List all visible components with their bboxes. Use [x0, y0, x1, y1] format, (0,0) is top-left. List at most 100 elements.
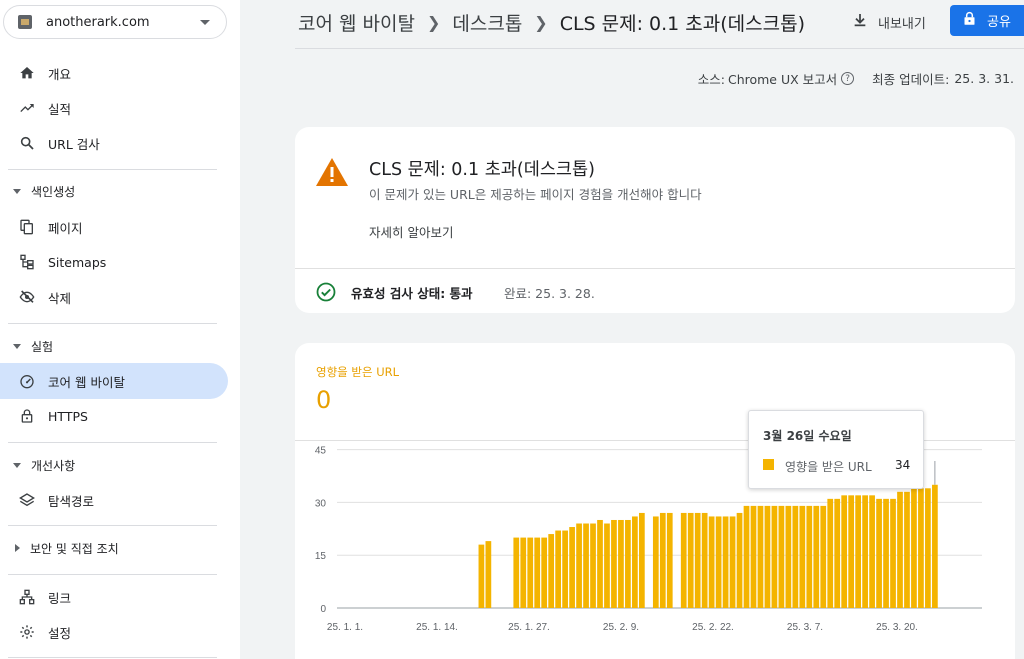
- section-label: 보안 및 직접 조치: [30, 541, 119, 556]
- x-tick-label: 25. 3. 20.: [876, 622, 918, 633]
- chart-bar: [764, 505, 771, 608]
- chart-bar: [652, 516, 659, 608]
- section-enhancements[interactable]: 개선사항: [0, 451, 228, 479]
- y-tick-label: 30: [315, 498, 327, 509]
- share-label: 공유: [987, 15, 1011, 30]
- sidebar-item-overview[interactable]: 개요: [0, 55, 228, 91]
- chart-bar: [555, 530, 561, 608]
- chart-bar: [485, 541, 492, 608]
- y-tick-label: 0: [320, 604, 326, 615]
- chart-bar: [639, 512, 645, 608]
- chart-bar: [722, 516, 729, 608]
- chart-bar: [771, 505, 778, 608]
- sidebar-item-pages[interactable]: 페이지: [0, 209, 228, 245]
- chart-bar: [813, 505, 820, 608]
- divider: [8, 657, 217, 658]
- section-security[interactable]: 보안 및 직접 조치: [0, 534, 228, 562]
- sidebar-item-breadcrumbs[interactable]: 탐색경로: [0, 482, 228, 518]
- help-icon[interactable]: ?: [841, 72, 855, 85]
- chart-bar: [534, 537, 541, 608]
- affected-urls-chart[interactable]: 0 15 30 45 25. 1. 1. 25. 1. 14. 25. 1. 27. 25. …: [295, 343, 1015, 659]
- chart-bar: [625, 519, 631, 608]
- chart-bar: [562, 530, 568, 608]
- caret-right-icon: [15, 544, 20, 552]
- issue-card: CLS 문제: 0.1 초과(데스크톱) 이 문제가 있는 URL은 제공하는 …: [295, 127, 1015, 313]
- sidebar-item-label: 탐색경로: [48, 493, 95, 509]
- eye-off-icon: [18, 288, 36, 306]
- sidebar-item-label: URL 검사: [48, 136, 100, 152]
- chart-bar: [757, 505, 764, 608]
- issue-title: CLS 문제: 0.1 초과(데스크톱): [369, 160, 595, 180]
- breadcrumb-core-web-vitals[interactable]: 코어 웹 바이탈: [298, 9, 415, 36]
- chart-bar: [827, 498, 834, 608]
- property-selector[interactable]: anotherark.com: [3, 5, 227, 39]
- sidebar-item-sitemaps[interactable]: Sitemaps: [0, 244, 228, 280]
- chart-bar: [632, 516, 638, 608]
- chart-bar: [778, 505, 785, 608]
- check-circle-icon: [316, 282, 336, 306]
- chart-bar: [736, 512, 743, 608]
- share-button[interactable]: 공유: [950, 5, 1024, 36]
- chevron-right-icon: ❯: [426, 12, 441, 32]
- header-divider: [295, 48, 1024, 49]
- sidebar-item-core-web-vitals[interactable]: 코어 웹 바이탈: [0, 363, 228, 399]
- updated-value: 25. 3. 31.: [954, 71, 1014, 86]
- sidebar-item-url-inspection[interactable]: URL 검사: [0, 125, 228, 161]
- caret-down-icon: [13, 462, 21, 468]
- chart-bar: [520, 537, 527, 608]
- chart-bar: [478, 544, 485, 608]
- chart-bar: [799, 505, 806, 608]
- chart-bar: [687, 512, 694, 608]
- link-tree-icon: [18, 588, 36, 606]
- chart-bar: [932, 484, 938, 608]
- breadcrumb-desktop[interactable]: 데스크톱: [452, 9, 522, 36]
- chart-bar: [806, 505, 813, 608]
- sidebar-item-links[interactable]: 링크: [0, 579, 228, 615]
- speed-gauge-icon: [18, 372, 36, 390]
- x-tick-label: 25. 1. 1.: [327, 622, 363, 633]
- divider: [8, 442, 217, 443]
- chart-bar: [513, 537, 520, 608]
- chart-bar: [750, 505, 757, 608]
- layers-icon: [18, 491, 36, 509]
- divider: [8, 169, 217, 170]
- chart-bar: [708, 516, 715, 608]
- sidebar-item-removals[interactable]: 삭제: [0, 279, 228, 315]
- chart-bar: [583, 523, 589, 608]
- chart-bar: [715, 516, 722, 608]
- sidebar-item-settings[interactable]: 설정: [0, 614, 228, 650]
- section-experience[interactable]: 실험: [0, 332, 228, 360]
- x-tick-label: 25. 1. 14.: [416, 622, 458, 633]
- source-info: 소스: Chrome UX 보고서 ? 최종 업데이트: 25. 3. 31.: [698, 69, 1014, 88]
- chart-bar: [659, 512, 666, 608]
- section-label: 실험: [31, 339, 54, 354]
- source-value: Chrome UX 보고서: [727, 72, 838, 87]
- chart-bar: [792, 505, 799, 608]
- sidebar-item-label: 개요: [48, 66, 72, 82]
- chart-bar: [904, 491, 910, 608]
- chart-bar: [611, 519, 617, 608]
- divider: [295, 268, 1015, 269]
- x-tick-label: 25. 2. 9.: [603, 622, 639, 633]
- trending-up-icon: [18, 99, 36, 117]
- x-tick-label: 25. 2. 22.: [692, 622, 734, 633]
- chart-bar: [785, 505, 792, 608]
- chevron-right-icon: ❯: [534, 12, 548, 32]
- validation-date: 완료: 25. 3. 28.: [504, 286, 595, 301]
- section-indexing[interactable]: 색인생성: [0, 177, 228, 205]
- breadcrumb: 코어 웹 바이탈 ❯ 데스크톱 ❯ CLS 문제: 0.1 초과(데스크톱): [298, 9, 805, 36]
- learn-more-link[interactable]: 자세히 알아보기: [369, 222, 453, 241]
- export-button[interactable]: 내보내기: [852, 9, 926, 35]
- chart-bar: [743, 505, 750, 608]
- tooltip-series-label: 영향을 받은 URL: [785, 460, 872, 474]
- chart-bar: [841, 495, 848, 608]
- chart-bar: [890, 498, 896, 608]
- sidebar-item-label: 페이지: [48, 220, 83, 236]
- chart-bar: [548, 534, 555, 608]
- chart-bar: [729, 516, 736, 608]
- lock-icon: [962, 11, 977, 30]
- property-name: anotherark.com: [46, 14, 150, 30]
- sidebar-item-performance[interactable]: 실적: [0, 90, 228, 126]
- chart-bar: [820, 505, 827, 608]
- sidebar-item-https[interactable]: HTTPS: [0, 398, 228, 434]
